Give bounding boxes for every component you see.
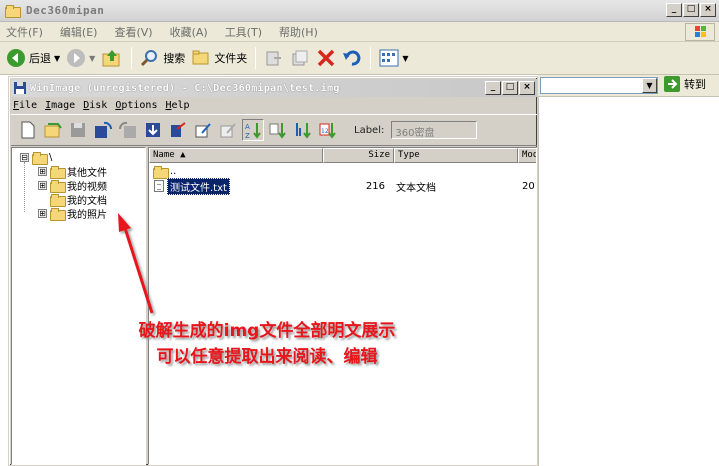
annotation-text: 破解生成的img文件全部明文展示 可以任意提取出来阅读、编辑: [112, 318, 422, 370]
annotation-line-1: 破解生成的img文件全部明文展示: [138, 321, 396, 341]
annotation-line-2: 可以任意提取出来阅读、编辑: [156, 347, 378, 367]
annotation-arrow: [118, 213, 154, 314]
